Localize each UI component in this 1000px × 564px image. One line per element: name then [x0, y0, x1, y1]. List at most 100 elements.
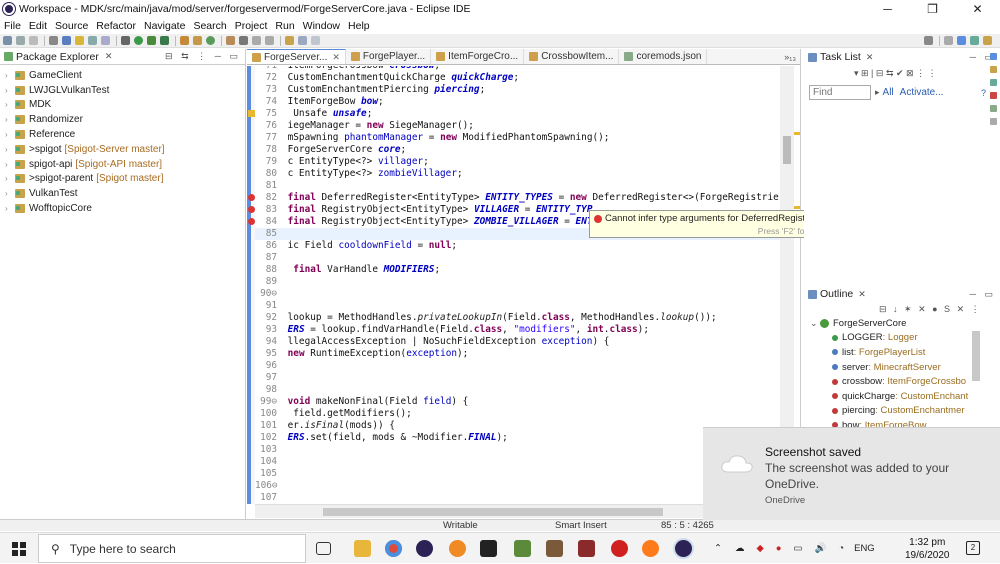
code-line[interactable]: 83 final RegistryObject<EntityType> VILL… [255, 204, 593, 216]
outline-item[interactable]: list : ForgePlayerList [804, 345, 1000, 360]
open-type-icon[interactable] [226, 36, 235, 45]
error-marker-icon[interactable] [248, 206, 255, 213]
javadoc-icon[interactable] [989, 79, 997, 86]
editor-tab[interactable]: ItemForgeCro... [431, 49, 525, 64]
code-line[interactable]: 74 ItemForgeBow bow; [255, 96, 384, 108]
outline-item[interactable]: crossbow : ItemForgeCrossbo [804, 374, 1000, 389]
new-java-project-icon[interactable] [180, 36, 189, 45]
warning-marker[interactable] [794, 132, 800, 135]
close-view-icon[interactable]: ✕ [866, 52, 874, 63]
onedrive-notification[interactable]: Screenshot saved The screenshot was adde… [703, 427, 1000, 520]
tree-item[interactable]: › spigot-api [Spigot-API master] [0, 157, 245, 172]
tree-item[interactable]: › WofftopicCore [0, 201, 245, 216]
code-line[interactable]: 79 c EntityType<?> villager; [255, 156, 429, 168]
code-line[interactable]: 107 [255, 492, 282, 504]
scrollbar-thumb[interactable] [323, 508, 663, 516]
outline-scrollbar-thumb[interactable] [972, 331, 980, 381]
eclipse-app-icon[interactable] [3, 3, 15, 15]
code-line[interactable]: 73 CustomEnchantmentPiercing piercing; [255, 84, 486, 96]
app-icon[interactable] [480, 540, 497, 557]
console-icon[interactable] [989, 92, 997, 99]
code-line[interactable]: 105 [255, 468, 282, 480]
restore-icon[interactable] [989, 118, 997, 125]
activate-link[interactable]: Activate... [900, 87, 944, 98]
expand-chevron-icon[interactable]: › [5, 86, 15, 95]
editor-tab[interactable]: CrossbowItem... [524, 49, 620, 64]
firefox-icon[interactable] [642, 540, 659, 557]
menu-navigate[interactable]: Navigate [140, 20, 189, 32]
forward-icon[interactable] [311, 36, 320, 45]
view-min-max[interactable]: ─ ▭ [970, 289, 1000, 300]
prev-annotation-icon[interactable] [265, 36, 274, 45]
app-icon[interactable] [578, 540, 595, 557]
close-button[interactable]: ✕ [955, 0, 1000, 18]
code-line[interactable]: 76 iegeManager = new SiegeManager(); [255, 120, 474, 132]
tree-item[interactable]: › GameClient [0, 68, 245, 83]
close-tab-icon[interactable]: ✕ [332, 52, 340, 63]
expand-chevron-icon[interactable]: › [5, 160, 15, 169]
expand-chevron-icon[interactable]: › [5, 174, 15, 183]
blender-icon[interactable] [449, 540, 466, 557]
taskbar-clock[interactable]: 1:32 pm 19/6/2020 [905, 536, 950, 562]
show-whitespace-icon[interactable] [101, 36, 110, 45]
expand-chevron-icon[interactable]: › [5, 130, 15, 139]
tree-item[interactable]: › > spigot-parent [Spigot master] [0, 172, 245, 187]
tray-app-icon[interactable]: ● [776, 543, 782, 554]
highlight-icon[interactable] [75, 36, 84, 45]
problems-icon[interactable] [989, 66, 997, 73]
network-icon[interactable]: ◔ [838, 543, 844, 554]
menu-source[interactable]: Source [51, 20, 92, 32]
notification-center-icon[interactable]: 2 [966, 541, 980, 555]
code-line[interactable]: 104 [255, 456, 282, 468]
outline-item[interactable]: piercing : CustomEnchantmer [804, 404, 1000, 419]
app-icon[interactable] [611, 540, 628, 557]
tree-item[interactable]: › Reference [0, 127, 245, 142]
code-line[interactable]: 94 llegalAccessException | NoSuchFieldEx… [255, 336, 610, 348]
print-icon[interactable] [49, 36, 58, 45]
tree-item[interactable]: › MDK [0, 98, 245, 113]
code-line[interactable]: 84 final RegistryObject<EntityType> ZOMB… [255, 216, 593, 228]
editor-tab[interactable]: ForgeServer... ✕ [247, 49, 346, 64]
code-line[interactable]: 100 field.getModifiers(); [255, 408, 412, 420]
progress-icon[interactable] [989, 105, 997, 112]
code-line[interactable]: 99⊖ void makeNonFinal(Field field) { [255, 396, 468, 408]
code-line[interactable]: 97 [255, 372, 282, 384]
task-icon[interactable] [989, 53, 997, 60]
expand-chevron-icon[interactable]: › [5, 204, 15, 213]
search-icon[interactable] [924, 36, 933, 45]
new-icon[interactable] [3, 36, 12, 45]
editor-tab[interactable]: ForgePlayer... [346, 49, 432, 64]
collapse-chevron-icon[interactable]: ⌄ [810, 318, 820, 329]
java-perspective-icon[interactable] [957, 36, 966, 45]
code-line[interactable]: 75 Unsafe unsafe; [255, 108, 373, 120]
block-selection-icon[interactable] [88, 36, 97, 45]
debug-icon[interactable] [147, 36, 156, 45]
windows-start-icon[interactable] [12, 542, 26, 556]
code-line[interactable]: 98 [255, 384, 282, 396]
search-toolbar-icon[interactable] [239, 36, 248, 45]
outline-item[interactable]: LOGGER : Logger [804, 331, 1000, 346]
menu-file[interactable]: File [0, 20, 25, 32]
all-link[interactable]: All [883, 87, 894, 98]
package-explorer-title[interactable]: Package Explorer [16, 51, 99, 63]
expand-chevron-icon[interactable]: › [5, 189, 15, 198]
warning-marker-icon[interactable] [248, 110, 255, 117]
outline-item[interactable]: quickCharge : CustomEnchant [804, 389, 1000, 404]
expand-chevron-icon[interactable]: › [5, 100, 15, 109]
menu-project[interactable]: Project [231, 20, 272, 32]
outline-title[interactable]: Outline [820, 288, 853, 300]
save-icon[interactable] [16, 36, 25, 45]
tree-item[interactable]: › LWJGLVulkanTest [0, 83, 245, 98]
minimize-button[interactable]: ─ [865, 0, 910, 18]
git-perspective-icon[interactable] [983, 36, 992, 45]
warning-marker[interactable] [794, 206, 800, 209]
skip-breakpoints-icon[interactable] [121, 36, 130, 45]
coverage-icon[interactable] [160, 36, 169, 45]
tree-item[interactable]: › > spigot [Spigot-Server master] [0, 142, 245, 157]
next-annotation-icon[interactable] [252, 36, 261, 45]
code-line[interactable]: 96 [255, 360, 282, 372]
outline-root[interactable]: ⌄ ForgeServerCore [804, 316, 1000, 331]
new-package-icon[interactable] [193, 36, 202, 45]
menu-run[interactable]: Run [271, 20, 298, 32]
scrollbar-thumb[interactable] [783, 136, 791, 164]
